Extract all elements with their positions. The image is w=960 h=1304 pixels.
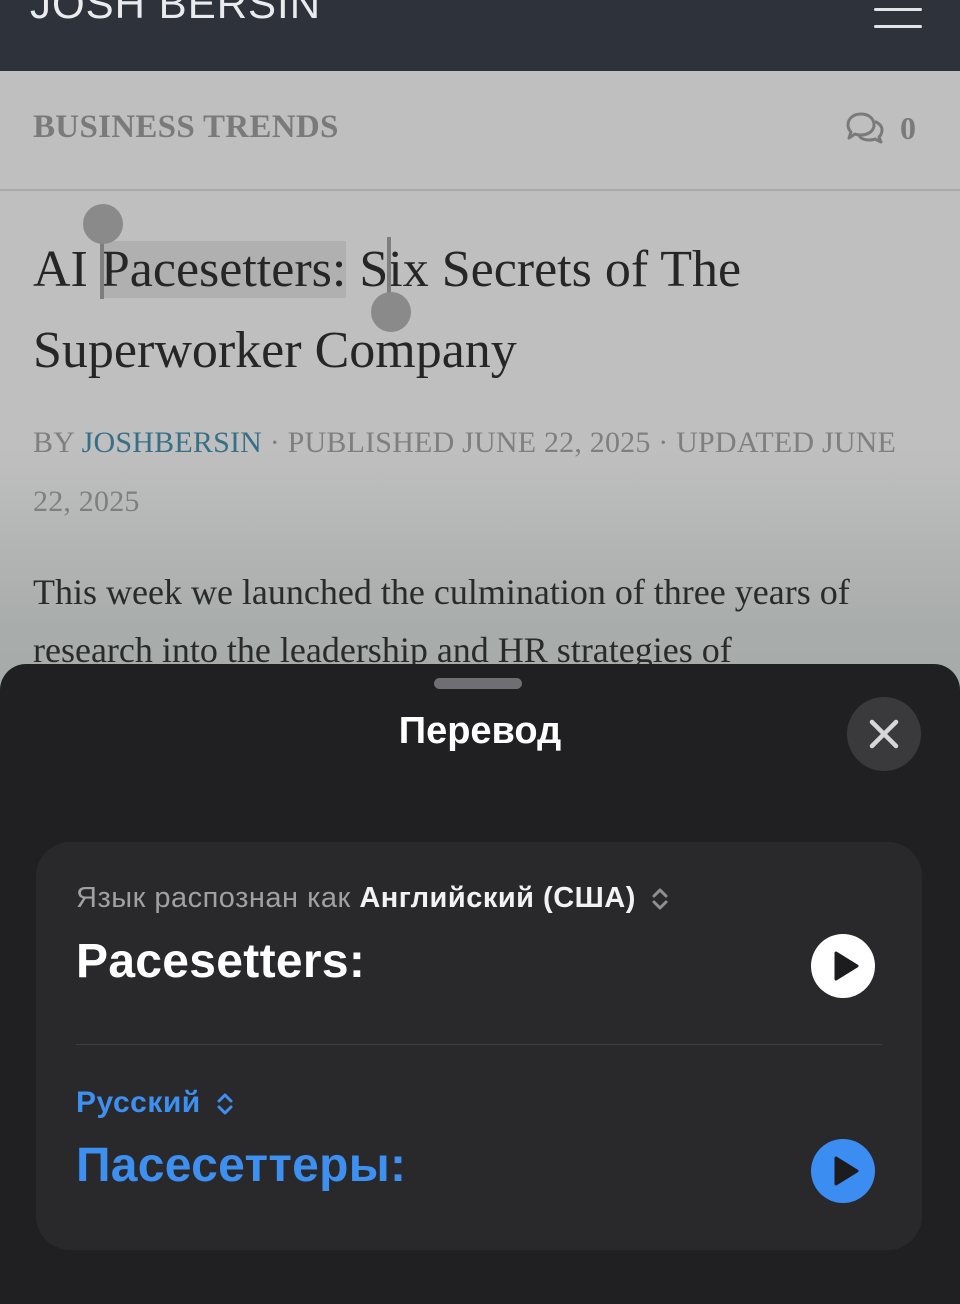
article-excerpt: This week we launched the culmination of… [33, 572, 850, 670]
byline-by: BY [33, 426, 82, 459]
sheet-title: Перевод [398, 710, 562, 752]
close-button[interactable] [847, 697, 921, 771]
source-language: Английский (США) [359, 882, 636, 914]
selected-text[interactable]: Pacesetters: [100, 241, 347, 298]
site-header: JOSH BERSIN [0, 0, 960, 71]
author-link[interactable]: JOSHBERSIN [82, 426, 262, 459]
selection-start-knob[interactable] [83, 204, 123, 244]
comment-count: 0 [900, 110, 916, 146]
site-logo[interactable]: JOSH BERSIN [30, 0, 321, 28]
selection-end-knob[interactable] [371, 292, 411, 332]
byline: BY JOSHBERSIN · PUBLISHED JUNE 22, 2025 … [33, 413, 933, 531]
comments-icon [846, 112, 884, 144]
play-translation-button[interactable] [811, 1139, 875, 1203]
source-text: Pacesetters: [76, 935, 366, 988]
close-icon [869, 719, 899, 749]
divider [76, 1044, 882, 1045]
hamburger-line [874, 25, 922, 28]
play-source-button[interactable] [811, 934, 875, 998]
translate-sheet: Перевод Язык распознан как Английский (С… [0, 664, 960, 1304]
chevron-up-down-icon [652, 888, 668, 910]
category-link[interactable]: BUSINESS TRENDS [33, 109, 339, 146]
translation-card: Язык распознан как Английский (США) Pace… [36, 842, 922, 1250]
hamburger-icon [874, 8, 922, 11]
source-language-selector[interactable]: Язык распознан как Английский (США) [76, 882, 670, 915]
title-text: AI [33, 241, 101, 298]
play-icon [834, 1156, 859, 1186]
selection-start-handle[interactable] [100, 243, 104, 299]
target-language: Русский [76, 1086, 201, 1119]
translated-text: Пасесеттеры: [76, 1139, 407, 1192]
play-icon [834, 951, 859, 981]
article-title: AI Pacesetters: Six Secrets of The Super… [33, 229, 933, 391]
category-bar: BUSINESS TRENDS 0 [0, 71, 960, 191]
chevron-up-down-icon [217, 1093, 233, 1115]
detected-label: Язык распознан как [76, 882, 360, 914]
hamburger-menu-button[interactable] [874, 8, 924, 32]
target-language-selector[interactable]: Русский [76, 1086, 235, 1120]
sheet-grabber[interactable] [434, 678, 522, 689]
